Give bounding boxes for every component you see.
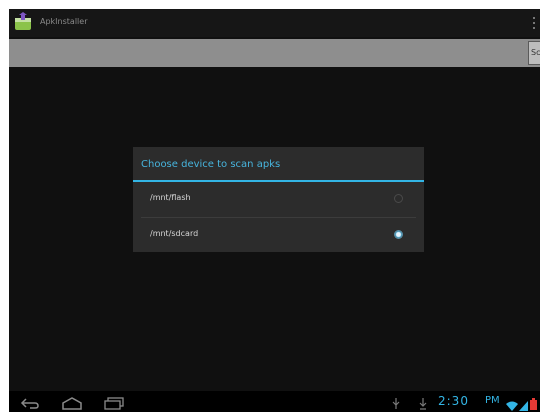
apk-installer-icon[interactable] — [12, 11, 34, 33]
action-bar: ApkInstaller — [9, 9, 540, 37]
status-clock: 2:30 — [438, 394, 469, 408]
usb-icon — [392, 395, 400, 412]
signal-icon — [519, 396, 528, 412]
option-label: /mnt/flash — [150, 193, 191, 202]
battery-icon — [530, 395, 537, 412]
option-label: /mnt/sdcard — [150, 229, 199, 238]
status-ampm: PM — [485, 395, 500, 406]
wifi-icon — [506, 396, 518, 412]
choose-device-dialog: Choose device to scan apks /mnt/flash /m… — [133, 147, 424, 252]
app-title: ApkInstaller — [40, 17, 88, 26]
back-icon[interactable] — [20, 395, 40, 412]
dialog-title: Choose device to scan apks — [141, 159, 281, 170]
overflow-menu-icon[interactable] — [532, 15, 536, 31]
home-icon[interactable] — [61, 395, 83, 412]
recent-apps-icon[interactable] — [103, 395, 125, 412]
option-mnt-flash[interactable]: /mnt/flash — [133, 182, 424, 216]
android-screen: ApkInstaller Sc Choose device to scan ap… — [9, 9, 540, 412]
radio-unchecked-icon[interactable] — [394, 194, 403, 203]
system-bar: 2:30 PM — [9, 391, 540, 412]
option-mnt-sdcard[interactable]: /mnt/sdcard — [133, 218, 424, 252]
scan-button[interactable]: Sc — [528, 41, 540, 65]
radio-checked-icon[interactable] — [394, 230, 403, 239]
download-icon — [419, 395, 427, 412]
path-bar: Sc — [9, 39, 540, 67]
